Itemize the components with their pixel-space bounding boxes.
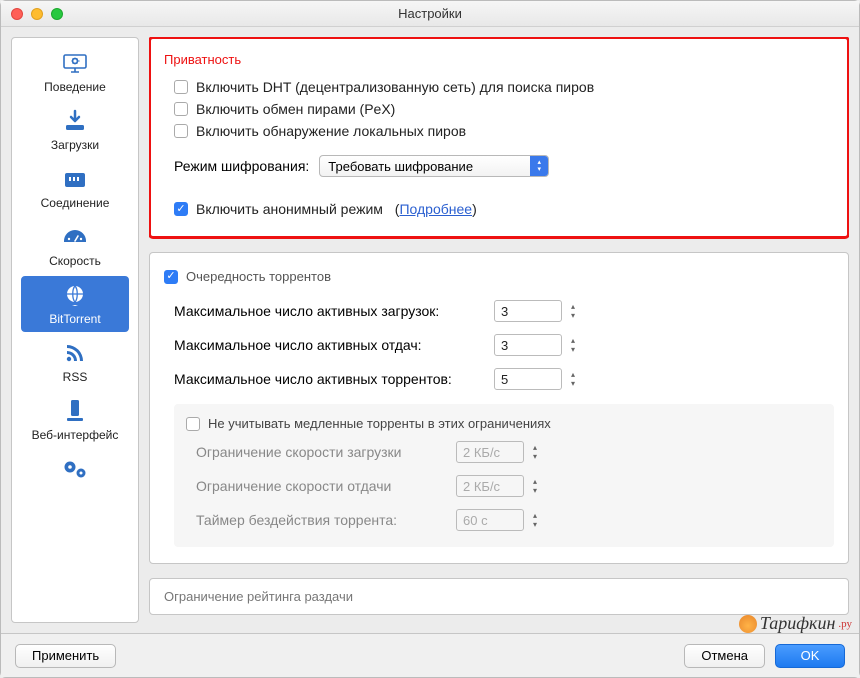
sidebar-item-advanced[interactable] — [21, 450, 129, 492]
ul-limit-input — [456, 475, 524, 497]
sidebar-item-webui[interactable]: Веб-интерфейс — [21, 392, 129, 448]
ratio-group: Ограничение рейтинга раздачи — [149, 578, 849, 615]
server-icon — [60, 398, 90, 424]
stepper-icon[interactable] — [566, 334, 580, 356]
sidebar-item-downloads[interactable]: Загрузки — [21, 102, 129, 158]
local-label: Включить обнаружение локальных пиров — [196, 123, 466, 139]
ok-button[interactable]: OK — [775, 644, 845, 668]
queue-group: Очередность торрентов Максимальное число… — [149, 252, 849, 564]
stepper-icon[interactable] — [566, 368, 580, 390]
gears-icon — [60, 456, 90, 482]
encryption-label: Режим шифрования: — [174, 158, 309, 174]
dht-label: Включить DHT (децентрализованную сеть) д… — [196, 79, 594, 95]
download-icon — [60, 108, 90, 134]
cancel-button[interactable]: Отмена — [684, 644, 765, 668]
queue-enable-checkbox[interactable] — [164, 270, 178, 284]
local-checkbox[interactable] — [174, 124, 188, 138]
monitor-gear-icon — [60, 50, 90, 76]
sidebar-item-behavior[interactable]: Поведение — [21, 44, 129, 100]
pex-label: Включить обмен пирами (PeX) — [196, 101, 395, 117]
rss-icon — [60, 340, 90, 366]
ul-limit-label: Ограничение скорости отдачи — [196, 478, 446, 494]
sidebar: Поведение Загрузки Соединение Скорость — [11, 37, 139, 623]
anon-more-link[interactable]: Подробнее — [399, 201, 472, 217]
privacy-title: Приватность — [164, 52, 834, 67]
max-uploads-label: Максимальное число активных отдач: — [174, 337, 484, 353]
slow-torrents-subgroup: Не учитывать медленные торренты в этих о… — [174, 404, 834, 547]
ignore-slow-checkbox[interactable] — [186, 417, 200, 431]
pex-checkbox[interactable] — [174, 102, 188, 116]
dl-limit-label: Ограничение скорости загрузки — [196, 444, 446, 460]
stepper-icon — [528, 475, 542, 497]
ignore-slow-label: Не учитывать медленные торренты в этих о… — [208, 416, 551, 431]
sidebar-item-connection[interactable]: Соединение — [21, 160, 129, 216]
sidebar-item-label: Скорость — [49, 254, 101, 268]
gauge-icon — [60, 224, 90, 250]
sidebar-item-rss[interactable]: RSS — [21, 334, 129, 390]
sidebar-item-label: Поведение — [44, 80, 106, 94]
dht-checkbox[interactable] — [174, 80, 188, 94]
window-title: Настройки — [1, 6, 859, 21]
ethernet-icon — [60, 166, 90, 192]
sidebar-item-bittorrent[interactable]: BitTorrent — [21, 276, 129, 332]
max-downloads-label: Максимальное число активных загрузок: — [174, 303, 484, 319]
idle-timer-label: Таймер бездействия торрента: — [196, 512, 446, 528]
dl-limit-input — [456, 441, 524, 463]
max-active-input[interactable] — [494, 368, 562, 390]
max-downloads-input[interactable] — [494, 300, 562, 322]
sidebar-item-label: BitTorrent — [49, 312, 100, 326]
encryption-select[interactable]: Требовать шифрование — [319, 155, 549, 177]
sidebar-item-label: Веб-интерфейс — [32, 428, 119, 442]
anon-checkbox[interactable] — [174, 202, 188, 216]
sidebar-item-label: Соединение — [41, 196, 110, 210]
idle-timer-input — [456, 509, 524, 531]
sidebar-item-label: RSS — [63, 370, 88, 384]
stepper-icon[interactable] — [566, 300, 580, 322]
sidebar-item-speed[interactable]: Скорость — [21, 218, 129, 274]
ratio-title: Ограничение рейтинга раздачи — [164, 589, 834, 604]
queue-title: Очередность торрентов — [186, 269, 331, 284]
encryption-value: Требовать шифрование — [328, 159, 473, 174]
max-active-label: Максимальное число активных торрентов: — [174, 371, 484, 387]
anon-label: Включить анонимный режим — [196, 201, 383, 217]
max-uploads-input[interactable] — [494, 334, 562, 356]
chevron-updown-icon — [530, 156, 548, 176]
globe-icon — [60, 282, 90, 308]
privacy-group: Приватность Включить DHT (децентрализова… — [149, 37, 849, 238]
stepper-icon — [528, 441, 542, 463]
sidebar-item-label: Загрузки — [51, 138, 99, 152]
stepper-icon — [528, 509, 542, 531]
apply-button[interactable]: Применить — [15, 644, 116, 668]
